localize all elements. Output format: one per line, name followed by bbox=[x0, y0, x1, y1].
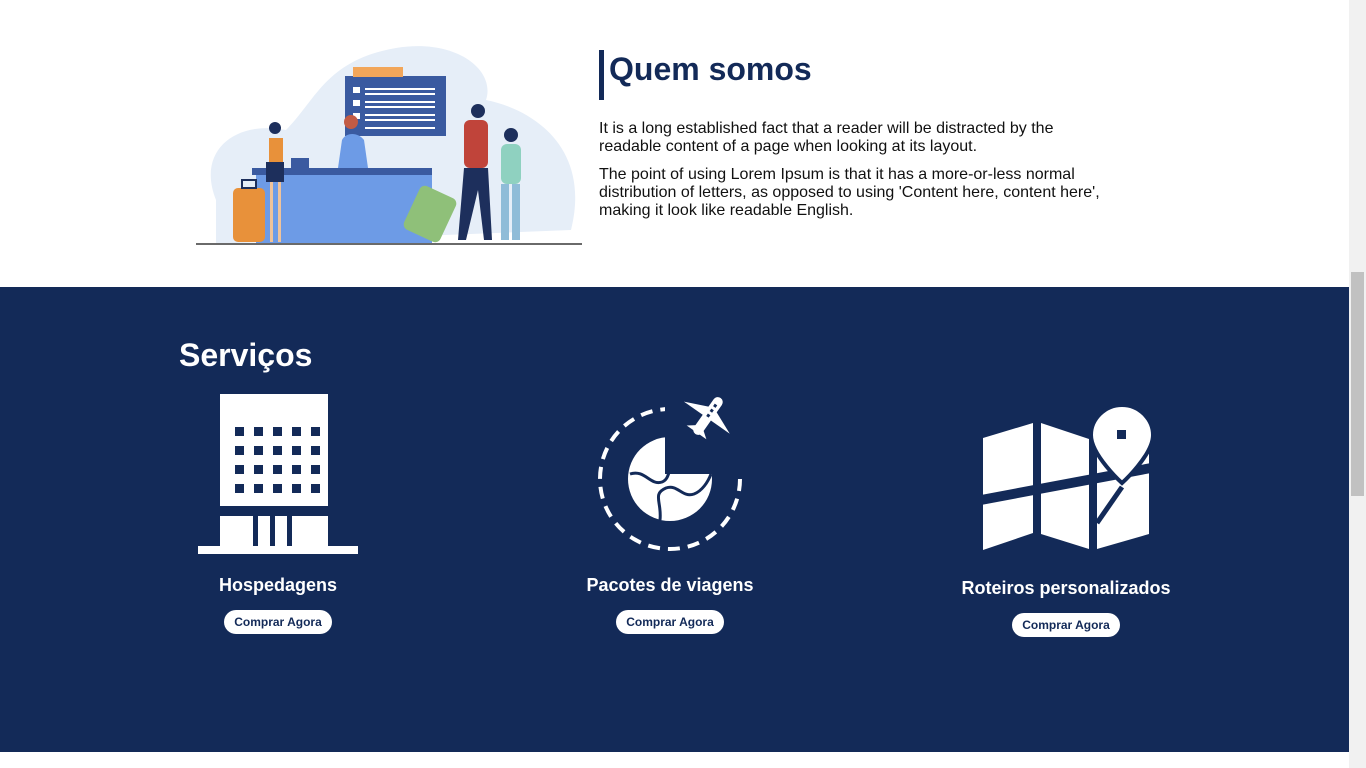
buy-button-pacotes[interactable]: Comprar Agora bbox=[616, 610, 724, 634]
map-pin-icon bbox=[981, 403, 1151, 550]
services-title: Serviços bbox=[179, 337, 313, 373]
about-title-accent: Quem somos bbox=[599, 50, 1109, 100]
service-card-roteiros: Roteiros personalizados Comprar Agora bbox=[946, 403, 1186, 637]
next-section-edge bbox=[0, 752, 1349, 768]
about-paragraph-1: It is a long established fact that a rea… bbox=[599, 120, 1054, 155]
buy-button-hospedagens[interactable]: Comprar Agora bbox=[224, 610, 332, 634]
hotel-icon bbox=[198, 394, 358, 554]
page-scrollbar[interactable] bbox=[1349, 0, 1366, 768]
service-label: Roteiros personalizados bbox=[961, 578, 1171, 598]
service-card-hospedagens: Hospedagens Comprar Agora bbox=[178, 394, 378, 634]
about-paragraph-2: The point of using Lorem Ipsum is that i… bbox=[599, 166, 1100, 219]
about-section: Quem somos It is a long established fact… bbox=[0, 0, 1349, 287]
scrollbar-thumb[interactable] bbox=[1351, 272, 1364, 496]
about-title: Quem somos bbox=[609, 51, 812, 87]
about-text: Quem somos It is a long established fact… bbox=[599, 50, 1109, 220]
service-label: Pacotes de viagens bbox=[586, 575, 754, 595]
service-card-pacotes: Pacotes de viagens Comprar Agora bbox=[570, 394, 770, 634]
service-label: Hospedagens bbox=[218, 575, 338, 595]
buy-button-roteiros[interactable]: Comprar Agora bbox=[1012, 613, 1120, 637]
page: Quem somos It is a long established fact… bbox=[0, 0, 1349, 768]
airport-checkin-illustration bbox=[196, 46, 582, 245]
globe-airplane-icon bbox=[598, 394, 745, 551]
services-section: Serviços Hospedagens Comprar Agora Pacot… bbox=[0, 287, 1349, 752]
